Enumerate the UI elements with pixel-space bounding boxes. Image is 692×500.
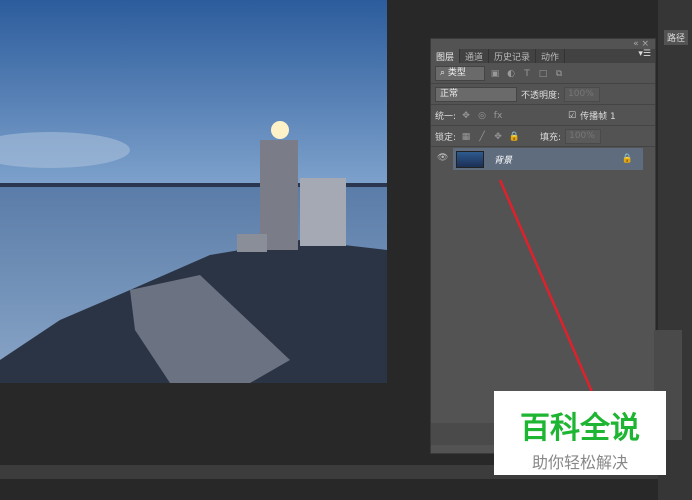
watermark: 百科全说 助你轻松解决 xyxy=(494,391,666,475)
watermark-subtitle: 助你轻松解决 xyxy=(531,453,628,472)
watermark-title: 百科全说 xyxy=(520,411,640,446)
